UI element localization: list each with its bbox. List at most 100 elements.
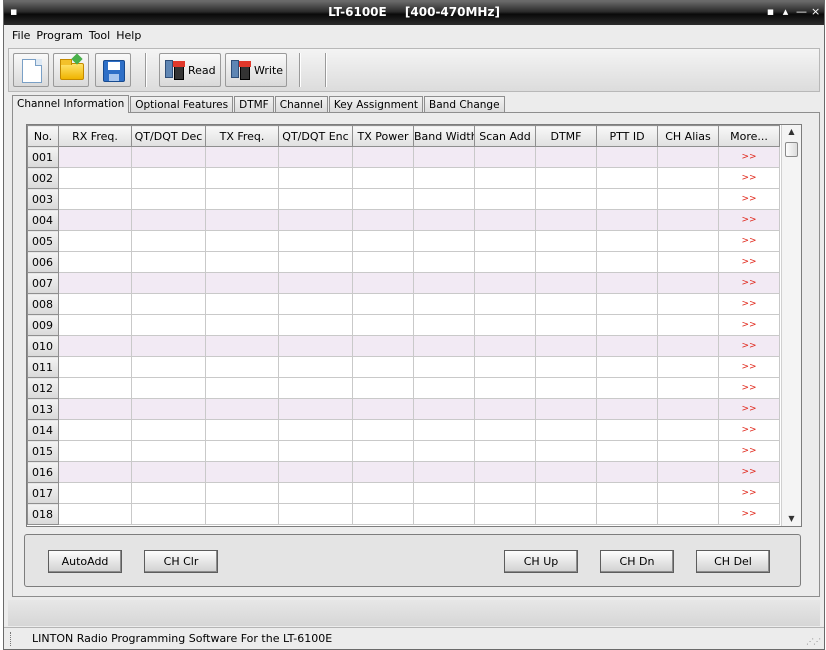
table-row[interactable]: 014 >> [27,419,780,441]
table-cell[interactable] [535,377,597,399]
table-cell[interactable] [657,230,719,252]
table-cell[interactable] [596,503,658,525]
table-cell[interactable] [58,398,132,420]
channel-number[interactable]: 017 [27,482,59,504]
channel-number[interactable]: 002 [27,167,59,189]
table-cell[interactable] [596,188,658,210]
table-cell[interactable] [131,146,206,168]
table-cell[interactable] [657,356,719,378]
table-cell[interactable] [657,482,719,504]
table-cell[interactable] [58,335,132,357]
table-cell[interactable] [352,230,414,252]
open-button[interactable] [53,53,89,87]
table-cell[interactable] [596,146,658,168]
table-cell[interactable] [596,272,658,294]
channel-number[interactable]: 009 [27,314,59,336]
table-cell[interactable] [596,461,658,483]
table-cell[interactable] [352,335,414,357]
column-header[interactable]: Scan Add [474,125,536,147]
menu-help[interactable]: Help [116,26,145,46]
table-cell[interactable] [413,440,475,462]
table-cell[interactable] [657,335,719,357]
table-cell[interactable] [596,314,658,336]
table-cell[interactable] [131,482,206,504]
table-cell[interactable] [413,503,475,525]
table-row[interactable]: 004 >> [27,209,780,231]
table-cell[interactable] [413,293,475,315]
table-row[interactable]: 011 >> [27,356,780,378]
table-cell[interactable] [205,335,279,357]
table-row[interactable]: 017 >> [27,482,780,504]
new-button[interactable] [13,53,49,87]
table-cell[interactable] [413,482,475,504]
table-row[interactable]: 003 >> [27,188,780,210]
column-header[interactable]: TX Power [352,125,414,147]
table-cell[interactable] [657,398,719,420]
table-cell[interactable] [413,188,475,210]
table-cell[interactable] [535,146,597,168]
table-cell[interactable] [278,230,353,252]
table-cell[interactable] [131,377,206,399]
table-cell[interactable] [278,356,353,378]
more-button[interactable]: >> [718,146,780,168]
channel-number[interactable]: 001 [27,146,59,168]
table-cell[interactable] [474,398,536,420]
table-cell[interactable] [278,272,353,294]
column-header[interactable]: Band Width [413,125,475,147]
ch-del-button[interactable]: CH Del [696,550,770,573]
table-cell[interactable] [596,482,658,504]
table-cell[interactable] [352,377,414,399]
table-cell[interactable] [131,440,206,462]
scroll-up-icon[interactable]: ▲ [782,125,801,139]
table-cell[interactable] [131,209,206,231]
column-header[interactable]: PTT ID [596,125,658,147]
table-cell[interactable] [131,230,206,252]
table-cell[interactable] [474,482,536,504]
table-cell[interactable] [657,293,719,315]
column-header[interactable]: QT/DQT Enc [278,125,353,147]
rollup-icon[interactable]: ▪ [766,5,775,18]
table-cell[interactable] [205,398,279,420]
table-cell[interactable] [205,356,279,378]
table-cell[interactable] [278,335,353,357]
table-cell[interactable] [535,461,597,483]
table-cell[interactable] [474,209,536,231]
table-cell[interactable] [352,356,414,378]
table-cell[interactable] [278,461,353,483]
table-cell[interactable] [657,419,719,441]
channel-number[interactable]: 006 [27,251,59,273]
channel-number[interactable]: 018 [27,503,59,525]
scroll-down-icon[interactable]: ▼ [782,512,801,526]
menu-file[interactable]: File [12,26,34,46]
table-cell[interactable] [205,503,279,525]
channel-number[interactable]: 003 [27,188,59,210]
table-cell[interactable] [278,440,353,462]
table-cell[interactable] [474,293,536,315]
table-cell[interactable] [278,293,353,315]
column-header[interactable]: DTMF [535,125,597,147]
table-cell[interactable] [596,419,658,441]
channel-number[interactable]: 004 [27,209,59,231]
menu-program[interactable]: Program [36,26,86,46]
table-row[interactable]: 005 >> [27,230,780,252]
table-row[interactable]: 007 >> [27,272,780,294]
table-cell[interactable] [474,230,536,252]
table-cell[interactable] [596,377,658,399]
read-button[interactable]: Read [159,53,221,87]
save-button[interactable] [95,53,131,87]
table-cell[interactable] [58,146,132,168]
table-cell[interactable] [535,356,597,378]
channel-number[interactable]: 005 [27,230,59,252]
column-header[interactable]: More... [718,125,780,147]
table-cell[interactable] [352,482,414,504]
table-cell[interactable] [131,503,206,525]
table-cell[interactable] [413,251,475,273]
ch-dn-button[interactable]: CH Dn [600,550,674,573]
table-cell[interactable] [535,209,597,231]
table-cell[interactable] [535,230,597,252]
resize-grip-icon[interactable]: ⋰⋰ [806,637,821,646]
table-cell[interactable] [58,251,132,273]
table-cell[interactable] [474,440,536,462]
table-cell[interactable] [535,293,597,315]
write-button[interactable]: Write [225,53,287,87]
